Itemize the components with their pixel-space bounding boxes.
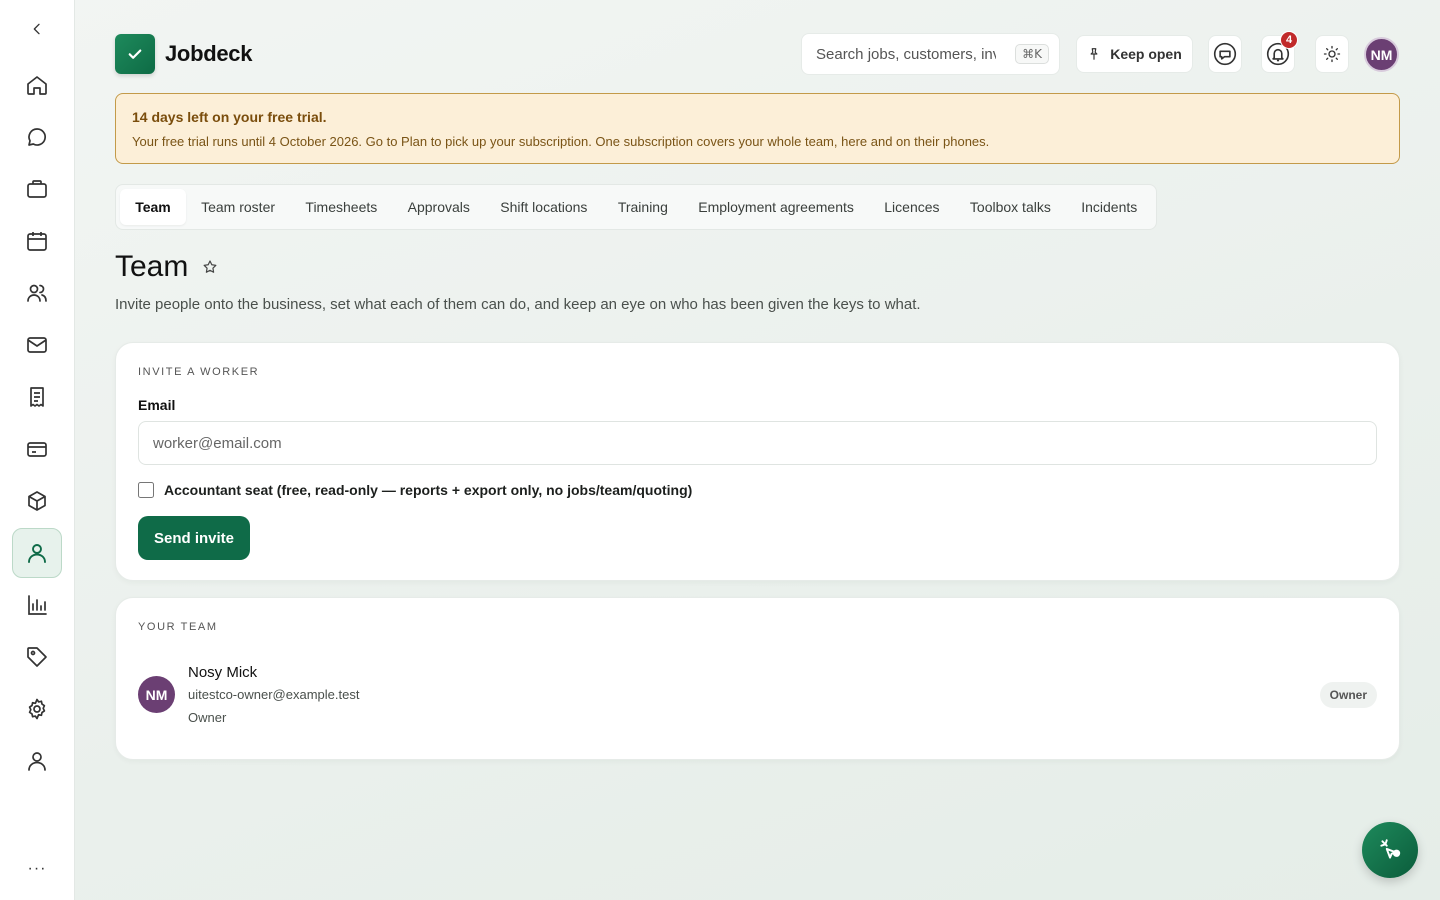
brand[interactable]: Jobdeck: [115, 34, 252, 74]
search-input[interactable]: [816, 45, 996, 63]
assistant-fab-button[interactable]: [1362, 822, 1418, 878]
page-header: Team: [115, 250, 218, 284]
brand-logo: [115, 34, 155, 74]
users-icon: [27, 284, 47, 302]
your-team-card: YOUR TEAM NM Nosy Mick uitestco-owner@ex…: [115, 597, 1400, 760]
star-icon: [203, 260, 217, 273]
sidebar: ···: [0, 0, 75, 900]
global-search[interactable]: ⌘K: [801, 33, 1060, 75]
home-icon: [27, 76, 47, 95]
chart-icon: [28, 595, 47, 615]
keep-open-label: Keep open: [1110, 46, 1182, 62]
mail-icon: [27, 337, 47, 353]
tab-licences[interactable]: Licences: [869, 189, 955, 225]
briefcase-icon: [27, 180, 47, 198]
accountant-seat-label[interactable]: Accountant seat (free, read-only — repor…: [164, 482, 692, 498]
sidebar-item-invoices[interactable]: [12, 372, 62, 422]
tag-icon: [27, 647, 47, 667]
sidebar-item-profile[interactable]: [12, 736, 62, 786]
tab-employment-agreements[interactable]: Employment agreements: [683, 189, 869, 225]
notification-badge: 4: [1280, 31, 1298, 49]
member-name: Nosy Mick: [188, 664, 258, 681]
pin-icon: [1090, 48, 1098, 60]
chat-icon: [28, 128, 46, 146]
sidebar-collapse-button[interactable]: [24, 16, 50, 42]
tab-team[interactable]: Team: [120, 189, 186, 225]
sidebar-item-pricing[interactable]: [12, 632, 62, 682]
tab-toolbox-talks[interactable]: Toolbox talks: [955, 189, 1066, 225]
email-field[interactable]: [138, 421, 1377, 465]
check-icon: [128, 49, 142, 59]
sidebar-item-home[interactable]: [12, 60, 62, 110]
trial-text: Your free trial runs until 4 October 202…: [132, 134, 990, 149]
sidebar-item-team[interactable]: [12, 528, 62, 578]
sidebar-item-calendar[interactable]: [12, 216, 62, 266]
trial-title: 14 days left on your free trial.: [132, 109, 327, 125]
accountant-seat-checkbox[interactable]: [138, 482, 154, 498]
chevron-left-icon: [33, 23, 40, 35]
notifications-button[interactable]: 4: [1261, 31, 1298, 73]
tab-shift-locations[interactable]: Shift locations: [485, 189, 603, 225]
team-tabs: Team Team roster Timesheets Approvals Sh…: [115, 184, 1158, 230]
role-badge: Owner: [1319, 682, 1377, 708]
brand-name: Jobdeck: [165, 41, 253, 66]
invite-worker-card: INVITE A WORKER Email Accountant seat (f…: [115, 342, 1400, 581]
search-shortcut: ⌘K: [1015, 44, 1049, 64]
accountant-seat-row: Accountant seat (free, read-only — repor…: [138, 482, 692, 498]
page-title: Team: [115, 250, 189, 283]
card-icon: [27, 442, 47, 457]
keep-open-button[interactable]: Keep open: [1076, 35, 1193, 73]
chat-bubble-icon: [1213, 42, 1237, 66]
receipt-icon: [30, 387, 44, 407]
profile-icon: [28, 752, 46, 771]
sidebar-item-mail[interactable]: [12, 320, 62, 370]
email-label: Email: [138, 397, 176, 413]
sidebar-item-inventory[interactable]: [12, 476, 62, 526]
sidebar-more-button[interactable]: ···: [24, 860, 50, 884]
sidebar-item-settings[interactable]: [12, 684, 62, 734]
member-role: Owner: [188, 710, 227, 725]
member-avatar: NM: [138, 676, 175, 713]
member-email: uitestco-owner@example.test: [188, 687, 360, 702]
box-icon: [28, 491, 46, 511]
sidebar-item-reports[interactable]: [12, 580, 62, 630]
calendar-icon: [27, 232, 47, 251]
assistant-icon: [1380, 839, 1401, 859]
person-icon: [28, 544, 46, 563]
sidebar-item-jobs[interactable]: [12, 164, 62, 214]
team-member-row[interactable]: NM Nosy Mick uitestco-owner@example.test…: [138, 664, 359, 725]
sidebar-item-payments[interactable]: [12, 424, 62, 474]
member-details: Nosy Mick uitestco-owner@example.test Ow…: [188, 664, 359, 725]
page-description: Invite people onto the business, set wha…: [115, 296, 921, 313]
tab-team-roster[interactable]: Team roster: [186, 189, 290, 225]
tab-training[interactable]: Training: [603, 189, 683, 225]
sun-icon: [1323, 45, 1341, 63]
theme-toggle-button[interactable]: [1315, 35, 1349, 73]
gear-icon: [28, 698, 46, 720]
user-avatar[interactable]: NM: [1364, 37, 1399, 72]
invite-section-label: INVITE A WORKER: [138, 366, 260, 378]
tab-approvals[interactable]: Approvals: [392, 189, 485, 225]
messages-button[interactable]: [1208, 35, 1242, 73]
send-invite-button[interactable]: Send invite: [138, 516, 250, 560]
sidebar-item-messages[interactable]: [12, 112, 62, 162]
sidebar-item-customers[interactable]: [12, 268, 62, 318]
trial-banner: 14 days left on your free trial. Your fr…: [115, 93, 1400, 164]
team-section-label: YOUR TEAM: [138, 621, 218, 633]
tab-timesheets[interactable]: Timesheets: [290, 189, 392, 225]
favorite-button[interactable]: [202, 259, 218, 275]
tab-incidents[interactable]: Incidents: [1066, 189, 1152, 225]
